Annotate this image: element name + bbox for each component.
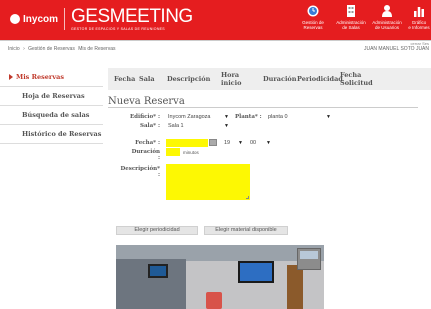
title-divider	[108, 107, 418, 108]
module-graficos[interactable]: Gráfico e Informes	[407, 4, 431, 30]
app-title: GESMEETING	[71, 6, 193, 27]
duracion-label: Duración :	[131, 149, 160, 161]
descripcion-label: Descripción* :	[120, 166, 160, 178]
minute-value: 00	[250, 140, 257, 146]
planta-label: Planta* :	[235, 114, 262, 120]
sala-value: Sala 1	[168, 123, 184, 129]
sidebar: Mis Reservas Hoja de Reservas Búsqueda d…	[0, 68, 103, 144]
room-photo	[116, 245, 324, 309]
minutes-unit: minutos	[183, 150, 199, 155]
header-divider	[0, 40, 431, 41]
sala-label: Sala* :	[139, 123, 160, 129]
app-subtitle: GESTOR DE ESPACIOS Y SALAS DE REUNIONES	[71, 27, 165, 31]
sidebar-item-busqueda-salas[interactable]: Búsqueda de salas	[0, 106, 103, 125]
calendar-icon[interactable]	[209, 139, 217, 146]
breadcrumb-separator: ›	[23, 46, 25, 52]
column-header[interactable]: Sala	[139, 75, 161, 83]
thumbnail-sky	[300, 251, 318, 259]
resize-grip-icon[interactable]	[246, 196, 249, 199]
sidebar-item-hoja-reservas[interactable]: Hoja de Reservas	[0, 87, 103, 106]
caret-down-icon: ▼	[224, 114, 229, 120]
main-content: Fecha Sala Descripción Hora inicio Durac…	[108, 68, 431, 108]
module-label: de Usuarios	[374, 25, 399, 30]
fecha-label: Fecha* :	[135, 140, 160, 146]
brand-name: Inycom	[23, 13, 59, 25]
breadcrumb-bar: Inicio › Gestión de Reservas Mis de Rese…	[0, 43, 431, 55]
planta-select[interactable]: planta 0 ▼	[266, 113, 332, 121]
column-header[interactable]: Descripción	[167, 75, 215, 83]
module-admin-salas[interactable]: Administración de Salas	[335, 4, 367, 30]
module-label: Reservas	[303, 25, 323, 30]
photo-screen-small	[148, 264, 168, 278]
sidebar-item-label: Mis Reservas	[16, 73, 64, 81]
inycom-logo-icon	[10, 14, 20, 24]
user-name: JUAN MANUEL SOTO JUAN	[363, 46, 429, 52]
sala-select[interactable]: Sala 1 ▼	[166, 122, 230, 130]
breadcrumb: Inicio › Gestión de Reservas Mis de Rese…	[8, 46, 117, 52]
descripcion-textarea[interactable]	[166, 164, 250, 200]
minute-select[interactable]: 00 ▼	[248, 139, 272, 147]
user-icon	[382, 5, 392, 17]
module-gestion-reservas[interactable]: Gestión de Reservas	[297, 4, 329, 30]
building-icon	[347, 5, 355, 17]
caret-down-icon: ▼	[266, 140, 271, 146]
room-thumbnail[interactable]	[297, 248, 321, 270]
bar-chart-icon	[414, 7, 424, 17]
caret-down-icon: ▼	[224, 123, 229, 129]
breadcrumb-current: Mis de Reservas	[78, 46, 116, 52]
fecha-input[interactable]	[166, 139, 208, 147]
clock-icon	[307, 5, 319, 17]
reservations-table-header: Fecha Sala Descripción Hora inicio Durac…	[108, 68, 431, 90]
hour-value: 19	[224, 140, 231, 146]
brand-divider	[64, 8, 66, 30]
sidebar-item-historico[interactable]: Histórico de Reservas	[0, 125, 103, 144]
module-nav: Gestión de Reservas Administración de Sa…	[297, 4, 431, 30]
breadcrumb-gestion[interactable]: Gestión de Reservas	[28, 46, 75, 52]
caret-down-icon: ▼	[326, 114, 331, 120]
breadcrumb-home[interactable]: Inicio	[8, 46, 20, 52]
elegir-material-button[interactable]: Elegir material disponible	[204, 226, 288, 235]
column-header[interactable]: Hora inicio	[221, 71, 257, 87]
photo-screen-large	[238, 261, 274, 283]
caret-down-icon: ▼	[238, 140, 243, 146]
hour-select[interactable]: 19 ▼	[222, 139, 244, 147]
elegir-periodicidad-button[interactable]: Elegir periodicidad	[116, 226, 198, 235]
column-header[interactable]: Duración	[263, 75, 297, 83]
sidebar-item-label: Hoja de Reservas	[22, 92, 85, 100]
sidebar-item-label: Histórico de Reservas	[22, 130, 102, 138]
app-title-block: GESMEETING GESTOR DE ESPACIOS Y SALAS DE…	[71, 6, 193, 32]
photo-chair	[206, 292, 222, 309]
app-header: Inycom GESMEETING GESTOR DE ESPACIOS Y S…	[0, 0, 431, 40]
column-header[interactable]: Fecha Solicitud	[340, 71, 384, 87]
edificio-value: Inycom Zaragoza	[168, 114, 211, 120]
module-admin-usuarios[interactable]: Administración de Usuarios	[371, 4, 403, 30]
planta-value: planta 0	[268, 114, 288, 120]
photo-door	[287, 265, 303, 309]
edificio-select[interactable]: Inycom Zaragoza ▼	[166, 113, 230, 121]
sidebar-item-label: Búsqueda de salas	[22, 111, 90, 119]
sidebar-item-mis-reservas[interactable]: Mis Reservas	[0, 68, 103, 87]
module-label: e Informes	[408, 25, 430, 30]
brand[interactable]: Inycom GESMEETING GESTOR DE ESPACIOS Y S…	[10, 7, 193, 31]
column-header[interactable]: Periodicidad	[297, 75, 343, 83]
edificio-label: Edificio* :	[129, 114, 160, 120]
arrow-right-icon	[9, 74, 13, 80]
duracion-input[interactable]	[166, 148, 180, 156]
column-header[interactable]: Fecha	[114, 75, 135, 83]
page-title: Nueva Reserva	[108, 96, 185, 107]
module-label: de Salas	[342, 25, 360, 30]
